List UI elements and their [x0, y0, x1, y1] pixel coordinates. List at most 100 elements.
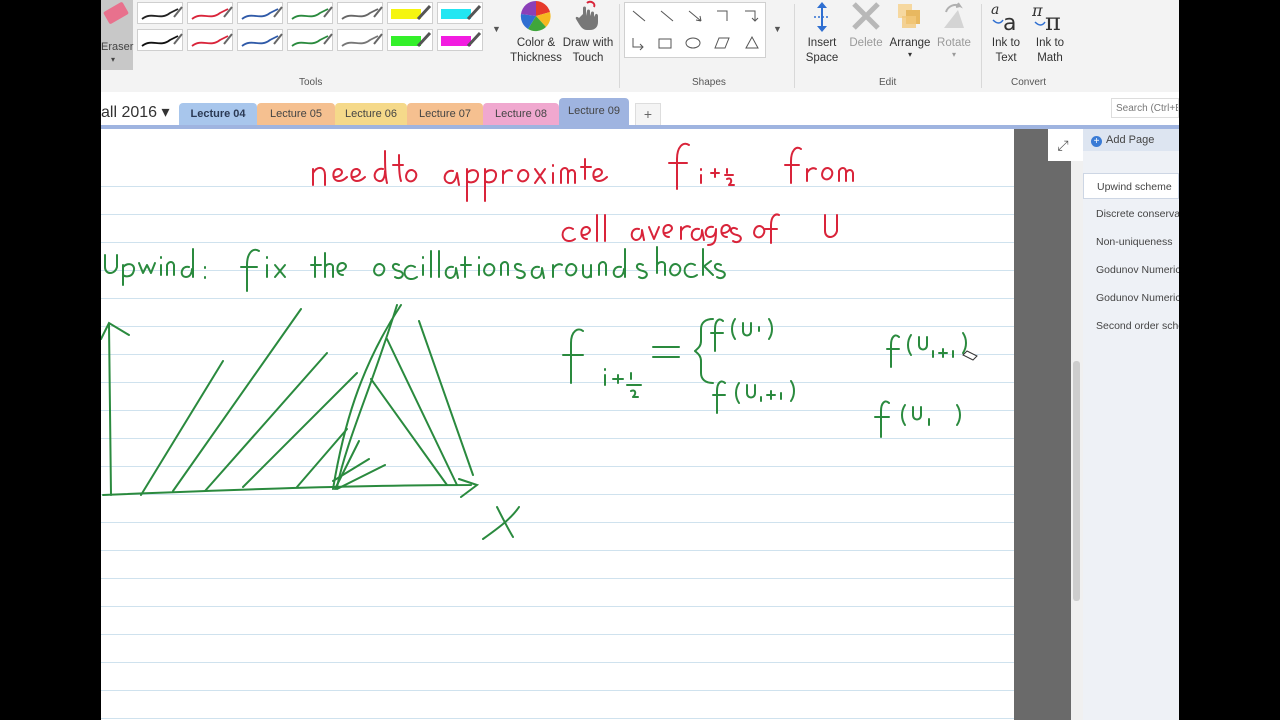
shapes-more-icon[interactable]: ▼: [773, 24, 782, 34]
draw-touch-label-2: Touch: [572, 52, 604, 64]
ink-to-math-label-1: Ink to: [1035, 37, 1065, 49]
insert-space-label-2: Space: [805, 52, 839, 64]
add-section-button[interactable]: +: [635, 103, 661, 125]
color-thickness-label-2: Thickness: [510, 52, 562, 64]
add-page-button[interactable]: + Add Page: [1083, 129, 1179, 151]
ink-red-line-1: [312, 142, 854, 202]
add-page-label: Add Page: [1106, 134, 1155, 146]
onenote-window: Eraser ▾ ▼ Color & Thickness Draw with Tou…: [101, 0, 1179, 720]
gallery-more-icon[interactable]: ▼: [492, 24, 501, 34]
shapes-gallery: [624, 2, 766, 58]
color-thickness-label-1: Color &: [516, 37, 556, 49]
tab-lecture-09[interactable]: Lecture 09: [559, 98, 629, 125]
arrange-label: Arrange: [889, 37, 931, 49]
highlighter-swatch[interactable]: [437, 2, 483, 24]
delete-button[interactable]: Delete: [844, 0, 888, 51]
chevron-down-icon: ▾: [951, 50, 956, 59]
tab-lecture-04[interactable]: Lecture 04: [179, 103, 257, 125]
highlighter-swatch[interactable]: [437, 29, 483, 51]
page-list-item[interactable]: Second order scheme: [1083, 313, 1179, 339]
tab-lecture-08[interactable]: Lecture 08: [483, 103, 559, 125]
line-shape-icon[interactable]: [632, 10, 646, 22]
parallelogram-shape-icon[interactable]: [714, 37, 730, 49]
delete-x-icon: [852, 2, 880, 30]
pen-swatch[interactable]: [237, 29, 283, 51]
scrollbar-thumb[interactable]: [1073, 361, 1080, 601]
draw-with-touch-button[interactable]: Draw with Touch: [562, 0, 614, 66]
highlighter-swatch[interactable]: [387, 29, 433, 51]
arrow-shape-icon[interactable]: [660, 10, 674, 22]
elbow-arrow-shape-icon[interactable]: [745, 10, 759, 22]
svg-text:a: a: [991, 2, 999, 18]
pen-swatch[interactable]: [337, 2, 383, 24]
ink-to-text-icon: a a: [991, 2, 1016, 34]
rectangle-shape-icon[interactable]: [658, 38, 672, 49]
rotate-button[interactable]: Rotate ▾: [932, 0, 976, 59]
arrange-icon: [898, 4, 920, 28]
ribbon-separator: [794, 4, 795, 88]
ink-red-line-2: [561, 213, 838, 246]
elbow-shape-icon[interactable]: [717, 10, 728, 21]
delete-label: Delete: [849, 37, 883, 49]
chevron-down-icon: ▾: [111, 55, 116, 64]
eraser-cursor-icon: [962, 350, 978, 361]
tab-lecture-07[interactable]: Lecture 07: [407, 103, 483, 125]
flux-formula: [562, 318, 967, 438]
color-wheel-icon: [520, 0, 551, 32]
page-list-item[interactable]: Upwind scheme: [1083, 173, 1179, 199]
canvas-gutter: [1014, 129, 1071, 720]
ink-to-text-label-2: Text: [995, 52, 1017, 64]
double-arrow-shape-icon[interactable]: [688, 10, 702, 22]
tab-lecture-05[interactable]: Lecture 05: [257, 103, 335, 125]
ink-to-text-label-1: Ink to: [991, 37, 1021, 49]
ribbon-separator: [619, 4, 620, 88]
pen-swatch[interactable]: [137, 29, 183, 51]
arrange-button[interactable]: Arrange ▾: [888, 0, 932, 59]
pages-pane: + Add Page Upwind scheme Discrete conserva…: [1083, 129, 1179, 720]
tab-lecture-06[interactable]: Lecture 06: [335, 103, 407, 125]
svg-text:a: a: [1003, 11, 1016, 34]
ink-to-text-button[interactable]: a a Ink to Text: [985, 0, 1027, 66]
pen-swatch[interactable]: [337, 29, 383, 51]
search-input[interactable]: Search (Ctrl+E): [1111, 98, 1179, 118]
eraser-button[interactable]: Eraser ▾: [101, 0, 133, 70]
ink-layer: [101, 142, 978, 540]
note-canvas[interactable]: [101, 129, 1014, 720]
shapes-group-label: Shapes: [692, 77, 726, 88]
eraser-icon: [102, 1, 130, 25]
plus-icon: +: [1091, 136, 1102, 147]
touch-hand-icon: [575, 0, 598, 30]
insert-space-button[interactable]: Insert Space: [800, 0, 844, 66]
eraser-label: Eraser: [101, 41, 134, 53]
ink-to-math-icon: π π: [1032, 1, 1061, 34]
page-list-item[interactable]: Godunov Numerical: [1083, 285, 1179, 311]
ellipse-shape-icon[interactable]: [685, 37, 701, 49]
pen-swatch[interactable]: [287, 2, 333, 24]
ink-to-math-label-2: Math: [1037, 52, 1063, 64]
pen-swatch[interactable]: [237, 2, 283, 24]
rotate-label: Rotate: [937, 37, 971, 49]
pen-gallery: [137, 2, 487, 56]
tools-group-label: Tools: [299, 77, 323, 88]
insert-space-label-1: Insert: [807, 37, 837, 49]
page-list-item[interactable]: Godunov Numerical: [1083, 257, 1179, 283]
notebook-title[interactable]: all 2016 ▾: [101, 102, 170, 122]
vertical-scrollbar[interactable]: [1071, 161, 1083, 720]
pen-swatch[interactable]: [187, 29, 233, 51]
expand-icon[interactable]: ⤢: [1048, 129, 1078, 161]
rotate-icon: [944, 2, 964, 28]
chevron-down-icon: ▾: [907, 50, 912, 59]
pen-swatch[interactable]: [137, 2, 183, 24]
triangle-shape-icon[interactable]: [745, 35, 759, 49]
characteristics-diagram: [101, 304, 520, 540]
draw-touch-label-1: Draw with: [562, 37, 614, 49]
page-list-item[interactable]: Discrete conservation: [1083, 201, 1179, 227]
axis-shape-icon[interactable]: [632, 38, 644, 51]
ink-to-math-button[interactable]: π π Ink to Math: [1029, 0, 1071, 66]
page-list-item[interactable]: Non-uniqueness: [1083, 229, 1179, 255]
pen-swatch[interactable]: [287, 29, 333, 51]
highlighter-swatch[interactable]: [387, 2, 433, 24]
pen-swatch[interactable]: [187, 2, 233, 24]
color-thickness-button[interactable]: Color & Thickness: [510, 0, 562, 66]
ink-green-heading: [104, 246, 726, 292]
